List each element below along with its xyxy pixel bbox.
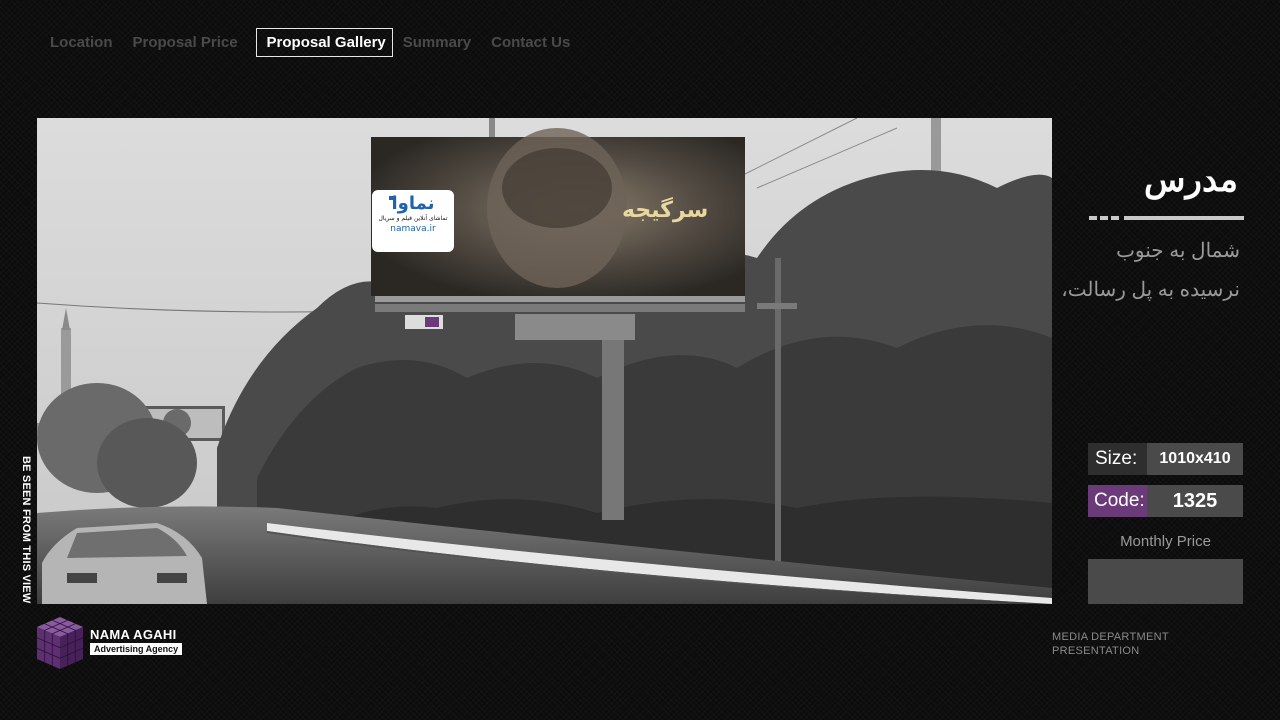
nav-proposal-price[interactable]: Proposal Price — [123, 28, 248, 57]
code-label: Code: — [1088, 485, 1147, 517]
location-title: مدرس — [1144, 161, 1238, 199]
billboard-brand-url: namava.ir — [390, 224, 436, 234]
code-value: 1325 — [1147, 485, 1243, 517]
logo-name: NAMA AGAHI — [90, 627, 177, 642]
logo-tagline: Advertising Agency — [90, 643, 183, 655]
monthly-price-label: Monthly Price — [1120, 533, 1211, 550]
title-divider — [1089, 216, 1244, 222]
department-line-2: PRESENTATION — [1052, 645, 1140, 657]
top-nav: Location Proposal Price Proposal Gallery… — [40, 27, 580, 57]
photo-scene — [37, 118, 1052, 604]
location-text: نرسیده به پل رسالت، — [1061, 279, 1240, 301]
billboard-brand-box: نماوا تماشای آنلاین فیلم و سریال namava.… — [373, 194, 453, 252]
department-line-1: MEDIA DEPARTMENT — [1052, 631, 1169, 643]
billboard-brand: نماوا — [391, 193, 435, 214]
nav-proposal-gallery[interactable]: Proposal Gallery — [255, 27, 393, 57]
size-row: Size: 1010x410 — [1088, 443, 1243, 475]
billboard-brand-tagline: تماشای آنلاین فیلم و سریال — [378, 215, 448, 222]
size-label: Size: — [1088, 443, 1147, 475]
size-value: 1010x410 — [1147, 443, 1243, 475]
nav-summary[interactable]: Summary — [393, 28, 481, 57]
side-label: BE SEEN FROM THIS VIEW — [18, 456, 34, 604]
direction-text: شمال به جنوب — [1116, 240, 1240, 262]
side-label-text: BE SEEN FROM THIS VIEW — [20, 456, 32, 604]
billboard-photo[interactable]: نماوا تماشای آنلاین فیلم و سریال namava.… — [37, 118, 1052, 604]
department-label: MEDIA DEPARTMENT PRESENTATION — [1052, 630, 1169, 658]
monthly-price-value — [1088, 559, 1243, 604]
nav-location[interactable]: Location — [40, 28, 123, 57]
nav-contact-us[interactable]: Contact Us — [481, 28, 580, 57]
billboard-headline: سرگیجه — [622, 198, 709, 223]
code-row: Code: 1325 — [1088, 485, 1243, 517]
